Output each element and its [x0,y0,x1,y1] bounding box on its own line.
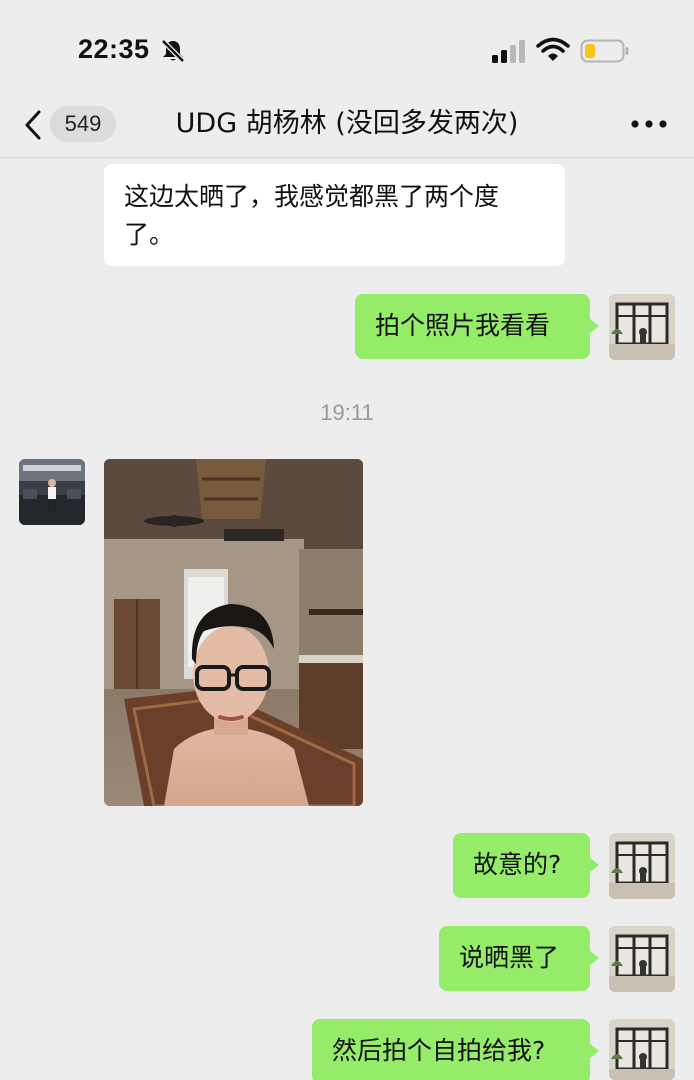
cellular-signal-icon [492,40,525,63]
outgoing-message-bubble[interactable]: 故意的? [453,833,599,898]
outgoing-message-bubble[interactable]: 然后拍个自拍给我? [312,1019,599,1080]
my-avatar[interactable] [609,833,675,899]
my-avatar[interactable] [609,1019,675,1080]
outgoing-message-bubble[interactable]: 拍个照片我看看 [355,294,599,359]
incoming-message-bubble[interactable]: 这边太晒了，我感觉都黑了两个度了。 [104,164,565,266]
chat-header: 549 UDG 胡杨林 (没回多发两次) [0,98,694,158]
message-text: 说晒黑了 [459,943,560,972]
message-text: 然后拍个自拍给我? [332,1036,546,1065]
gym-avatar-image [19,459,85,525]
more-dots-icon[interactable] [630,118,668,130]
my-avatar[interactable] [609,926,675,992]
unread-count-badge[interactable]: 549 [50,106,116,142]
message-text: 故意的? [473,850,562,879]
window-avatar-image [609,1019,675,1080]
chevron-left-icon[interactable] [22,108,44,142]
battery-low-icon [580,39,629,63]
time-divider: 19:11 [320,400,374,425]
window-avatar-image [609,926,675,992]
window-avatar-image [609,294,675,360]
message-text: 这边太晒了，我感觉都黑了两个度了。 [124,182,500,249]
message-text: 拍个照片我看看 [375,311,551,340]
outgoing-message-bubble[interactable]: 说晒黑了 [439,926,599,991]
bell-slash-icon [161,39,185,63]
window-avatar-image [609,833,675,899]
status-time: 22:35 [78,34,150,64]
selfie-image [104,459,363,806]
my-avatar[interactable] [609,294,675,360]
selfie-photo[interactable] [104,459,363,806]
contact-avatar[interactable] [19,459,85,525]
wifi-icon [536,37,570,61]
status-bar: 22:35 [0,0,694,100]
chat-title: UDG 胡杨林 (没回多发两次) [175,108,519,139]
